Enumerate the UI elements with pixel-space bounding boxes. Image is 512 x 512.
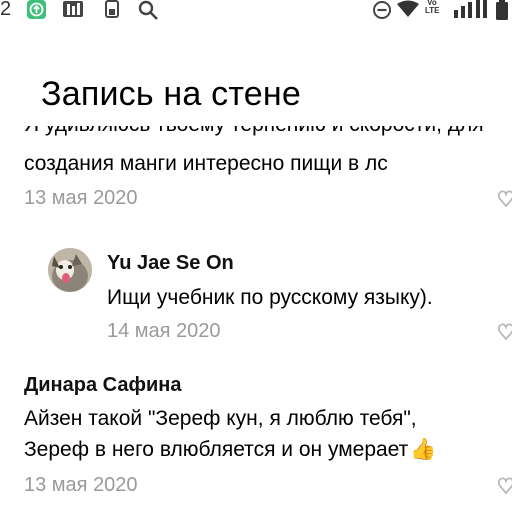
status-time: 2 (0, 0, 12, 20)
wifi-icon (396, 0, 420, 18)
comment-date: 13 мая 2020 (24, 187, 138, 209)
comment-text-line: Айзен такой "Зереф кун, я люблю тебя", (24, 407, 417, 430)
author-name[interactable]: Динара Сафина (24, 374, 181, 397)
like-heart-icon[interactable] (498, 476, 512, 494)
app-badge-icon (27, 0, 46, 19)
search-icon (138, 0, 160, 20)
page-title: Запись на стене (41, 75, 301, 113)
thumbs-up-emoji: 👍 (410, 438, 437, 461)
comment-date: 13 мая 2020 (24, 474, 138, 496)
comment-text-line: Зереф в него влюбляется и он умерает👍 (24, 438, 437, 461)
author-name[interactable]: Yu Jae Se On (107, 252, 234, 275)
comment-date: 14 мая 2020 (107, 320, 221, 342)
do-not-disturb-icon (372, 0, 392, 20)
notification-icon (104, 0, 120, 18)
like-heart-icon[interactable] (498, 322, 512, 340)
signal-icon (452, 0, 488, 18)
notification-icon (62, 0, 86, 18)
battery-icon (495, 0, 509, 20)
avatar[interactable] (48, 248, 92, 292)
comment-text: создания манги интересно пищи в лс (24, 152, 388, 175)
volte-icon: Vo LTE (425, 0, 440, 15)
comment-clipped-line: Я удивляюсь твоему терпению и скорости, … (24, 126, 512, 142)
status-bar: 2 Vo LTE (0, 0, 512, 22)
comment-text: Ищи учебник по русскому языку). (107, 286, 433, 309)
like-heart-icon[interactable] (498, 189, 512, 207)
